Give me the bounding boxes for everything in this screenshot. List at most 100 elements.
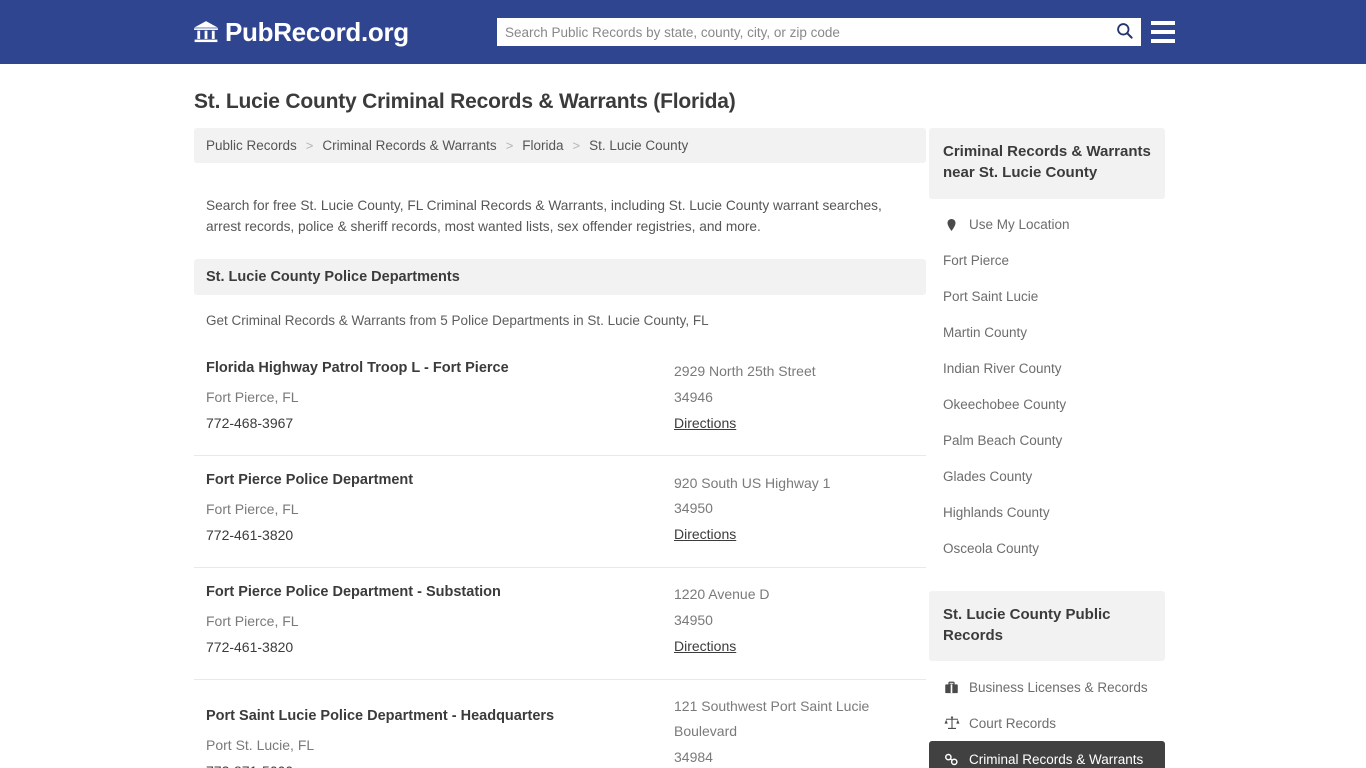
sidebar-item-highlands-county[interactable]: Highlands County	[929, 495, 1165, 531]
sidebar-nearby-heading: Criminal Records & Warrants near St. Luc…	[943, 143, 1151, 182]
search-input[interactable]	[497, 19, 1107, 45]
sidebar-item-label: Okeechobee County	[943, 397, 1067, 413]
page-intro-text: Search for free St. Lucie County, FL Cri…	[206, 197, 882, 234]
department-name[interactable]: Fort Pierce Police Department - Substati…	[206, 582, 664, 603]
sidebar-item-label: Port Saint Lucie	[943, 289, 1039, 305]
listing-left-column: Fort Pierce Police Department Fort Pierce…	[206, 470, 674, 549]
sidebar-item-use-my-location[interactable]: Use My Location	[929, 207, 1165, 243]
sidebar: Criminal Records & Warrants near St. Luc…	[929, 128, 1165, 768]
page-title: St. Lucie County Criminal Records & Warr…	[194, 90, 736, 113]
main-content: Public Records > Criminal Records & Warran…	[194, 128, 926, 768]
section-header-bar: St. Lucie County Police Departments	[194, 259, 926, 296]
directions-wrap: Directions	[674, 634, 914, 660]
page-body: St. Lucie County Criminal Records & Warr…	[0, 64, 1366, 768]
bank-building-icon	[193, 19, 219, 45]
department-phone: 772-461-3820	[206, 526, 294, 543]
department-street: 920 South US Highway 1	[674, 474, 831, 491]
sidebar-item-osceola-county[interactable]: Osceola County	[929, 531, 1165, 567]
listing-right-column: 920 South US Highway 1 34950 Directions	[674, 471, 914, 549]
breadcrumb-item[interactable]: Public Records	[206, 138, 297, 153]
listing-left-column: Florida Highway Patrol Troop L - Fort Pi…	[206, 358, 674, 437]
department-zip: 34950	[674, 500, 713, 517]
sidebar-item-martin-county[interactable]: Martin County	[929, 315, 1165, 351]
department-zip: 34984	[674, 749, 713, 766]
directions-wrap: Directions	[674, 522, 914, 548]
department-name[interactable]: Fort Pierce Police Department	[206, 470, 664, 491]
breadcrumb-separator: >	[305, 138, 314, 153]
breadcrumb-separator: >	[505, 138, 514, 153]
sidebar-item-palm-beach-county[interactable]: Palm Beach County	[929, 423, 1165, 459]
sidebar-item-business-licenses-records[interactable]: Business Licenses & Records	[929, 669, 1165, 705]
sidebar-item-label: Fort Pierce	[943, 253, 1010, 269]
sidebar-public-records-list: Business Licenses & Records Court Records…	[929, 669, 1165, 768]
handcuffs-icon	[943, 751, 960, 768]
department-street: 1220 Avenue D	[674, 586, 770, 603]
department-city: Fort Pierce, FL	[206, 500, 299, 517]
directions-wrap: Directions	[674, 411, 914, 437]
sidebar-nearby-list: Use My Location Fort Pierce Port Saint Luc…	[929, 207, 1165, 567]
listing-right-column: 1220 Avenue D 34950 Directions	[674, 582, 914, 660]
sidebar-nearby-header: Criminal Records & Warrants near St. Luc…	[929, 128, 1165, 199]
department-city: Port St. Lucie, FL	[206, 736, 315, 753]
department-phone: 772-461-3820	[206, 638, 294, 655]
sidebar-item-label: Martin County	[943, 325, 1028, 341]
breadcrumb-item[interactable]: Criminal Records & Warrants	[322, 138, 496, 153]
listing-left-column: Fort Pierce Police Department - Substati…	[206, 582, 674, 661]
listing-right-column: 2929 North 25th Street 34946 Directions	[674, 359, 914, 437]
department-city: Fort Pierce, FL	[206, 389, 299, 406]
directions-link[interactable]: Directions	[674, 634, 736, 660]
table-row: Port Saint Lucie Police Department - Hea…	[194, 680, 926, 768]
sidebar-item-court-records[interactable]: Court Records	[929, 705, 1165, 741]
listing-right-column: 121 Southwest Port Saint Lucie Boulevard…	[674, 694, 914, 768]
sidebar-item-label: Use My Location	[969, 217, 1070, 233]
sidebar-item-label: Business Licenses & Records	[969, 679, 1148, 695]
sidebar-public-records-heading: St. Lucie County Public Records	[943, 605, 1111, 644]
sidebar-public-records-header: St. Lucie County Public Records	[929, 590, 1165, 662]
table-row: Fort Pierce Police Department Fort Pierce…	[194, 456, 926, 568]
breadcrumb-item[interactable]: Florida	[522, 138, 563, 153]
briefcase-icon	[943, 679, 960, 696]
sidebar-item-label: Highlands County	[943, 505, 1050, 521]
sidebar-item-label: Court Records	[969, 715, 1057, 731]
map-pin-icon	[943, 216, 960, 233]
sidebar-item-label: Glades County	[943, 469, 1033, 485]
department-name[interactable]: Port Saint Lucie Police Department - Hea…	[206, 706, 664, 727]
sidebar-item-criminal-records-warrants[interactable]: Criminal Records & Warrants	[929, 741, 1165, 768]
department-zip: 34950	[674, 612, 713, 629]
breadcrumb-separator: >	[572, 138, 581, 153]
scales-of-justice-icon	[943, 715, 960, 732]
hamburger-menu-icon[interactable]	[1151, 19, 1175, 45]
sidebar-item-fort-pierce[interactable]: Fort Pierce	[929, 243, 1165, 279]
sidebar-item-okeechobee-county[interactable]: Okeechobee County	[929, 387, 1165, 423]
site-logo[interactable]: PubRecord.org	[193, 19, 409, 45]
sidebar-item-label: Indian River County	[943, 361, 1062, 377]
main-layout: Public Records > Criminal Records & Warran…	[0, 128, 1366, 768]
sidebar-item-label: Palm Beach County	[943, 433, 1063, 449]
search-button[interactable]	[1107, 18, 1141, 46]
table-row: Fort Pierce Police Department - Substati…	[194, 568, 926, 680]
sidebar-item-port-saint-lucie[interactable]: Port Saint Lucie	[929, 279, 1165, 315]
search-bar	[497, 18, 1141, 46]
department-street: 2929 North 25th Street	[674, 362, 816, 379]
police-department-list: Florida Highway Patrol Troop L - Fort Pi…	[194, 344, 926, 768]
site-logo-text: PubRecord.org	[225, 17, 409, 47]
sidebar-item-indian-river-county[interactable]: Indian River County	[929, 351, 1165, 387]
directions-link[interactable]: Directions	[674, 522, 736, 548]
search-icon	[1115, 21, 1134, 43]
department-phone: 772-871-5000	[206, 759, 664, 768]
department-zip: 34946	[674, 388, 713, 405]
section-note: Get Criminal Records & Warrants from 5 P…	[206, 313, 709, 329]
directions-link[interactable]: Directions	[674, 411, 736, 437]
section-heading: St. Lucie County Police Departments	[206, 269, 460, 286]
sidebar-item-label: Osceola County	[943, 541, 1040, 557]
breadcrumb: Public Records > Criminal Records & Warran…	[194, 128, 926, 163]
department-name[interactable]: Florida Highway Patrol Troop L - Fort Pi…	[206, 358, 664, 379]
department-street: 121 Southwest Port Saint Lucie Boulevard	[674, 697, 870, 740]
department-phone: 772-468-3967	[206, 415, 294, 432]
department-city: Fort Pierce, FL	[206, 612, 299, 629]
table-row: Florida Highway Patrol Troop L - Fort Pi…	[194, 344, 926, 456]
sidebar-item-glades-county[interactable]: Glades County	[929, 459, 1165, 495]
listing-left-column: Port Saint Lucie Police Department - Hea…	[206, 706, 674, 768]
breadcrumb-item: St. Lucie County	[589, 138, 689, 153]
sidebar-item-label: Criminal Records & Warrants	[969, 751, 1144, 767]
